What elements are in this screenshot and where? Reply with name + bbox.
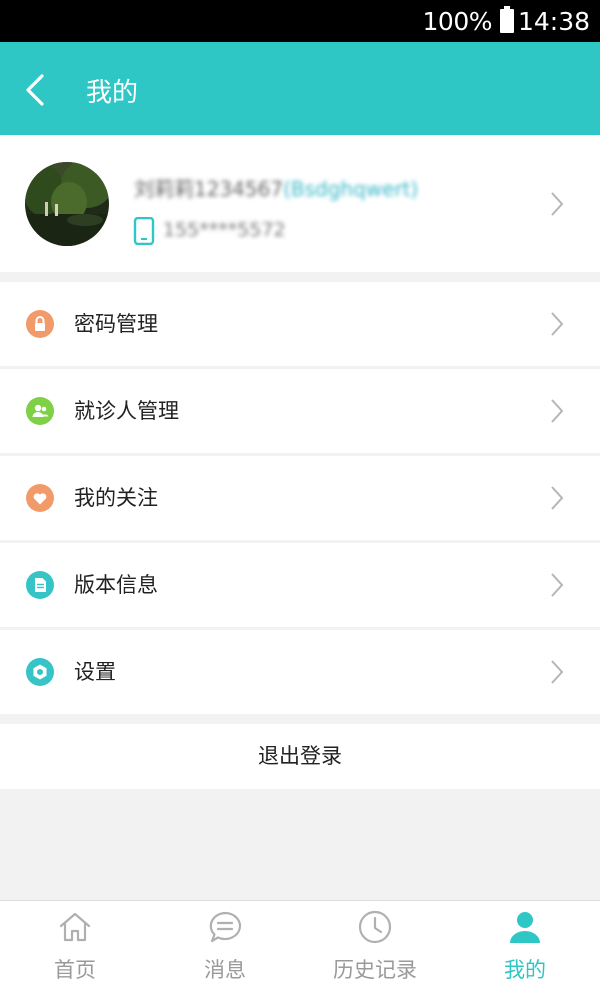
back-arrow-icon xyxy=(26,74,44,106)
tab-home[interactable]: 首页 xyxy=(0,901,150,987)
bottom-tab-bar: 首页 消息 历史记录 我的 xyxy=(0,900,600,987)
tab-history[interactable]: 历史记录 xyxy=(300,901,450,987)
battery-icon xyxy=(500,6,514,33)
username-tag: (Bsdghqwert) xyxy=(283,177,419,201)
menu-item-label: 就诊人管理 xyxy=(74,399,179,423)
page-title: 我的 xyxy=(86,78,139,108)
avatar xyxy=(25,162,109,246)
menu-item-patients[interactable]: 就诊人管理 xyxy=(0,369,600,453)
back-button[interactable] xyxy=(20,70,60,110)
menu-item-following[interactable]: 我的关注 xyxy=(0,456,600,540)
heart-icon xyxy=(26,484,54,512)
user-icon xyxy=(510,912,540,943)
tab-label: 历史记录 xyxy=(333,958,417,982)
chevron-right-icon xyxy=(551,192,564,216)
menu-item-version[interactable]: 版本信息 xyxy=(0,543,600,627)
username-name: 刘莉莉1234567 xyxy=(134,177,284,201)
avatar-photo xyxy=(25,162,109,246)
profile-card[interactable]: 刘莉莉1234567(Bsdghqwert) 155****5572 xyxy=(0,135,600,272)
home-icon xyxy=(59,912,91,942)
chevron-right-icon xyxy=(551,399,564,423)
phone-number: 155****5572 xyxy=(163,219,286,241)
status-bar: 100% 14:38 xyxy=(0,0,600,42)
header-bar: 我的 xyxy=(0,42,600,135)
menu-item-label: 版本信息 xyxy=(74,573,158,597)
settings-icon xyxy=(26,658,54,686)
patients-icon xyxy=(26,397,54,425)
tab-profile[interactable]: 我的 xyxy=(450,901,600,987)
battery-percentage: 100% xyxy=(422,7,493,36)
logout-button[interactable]: 退出登录 xyxy=(0,724,600,789)
tab-label: 首页 xyxy=(54,958,96,982)
tab-label: 消息 xyxy=(204,958,246,982)
chevron-right-icon xyxy=(551,312,564,336)
menu-item-label: 密码管理 xyxy=(74,312,158,336)
menu-list: 密码管理 就诊人管理 我的关注 版本信息 设置 xyxy=(0,282,600,717)
menu-item-label: 设置 xyxy=(74,660,116,684)
chevron-right-icon xyxy=(551,486,564,510)
status-time: 14:38 xyxy=(517,7,590,36)
phone-icon xyxy=(133,217,155,245)
lock-icon xyxy=(26,310,54,338)
document-icon xyxy=(26,571,54,599)
chevron-right-icon xyxy=(551,660,564,684)
username: 刘莉莉1234567(Bsdghqwert) xyxy=(134,173,418,202)
menu-item-label: 我的关注 xyxy=(74,486,158,510)
chevron-right-icon xyxy=(551,573,564,597)
clock-icon xyxy=(358,910,392,944)
tab-label: 我的 xyxy=(504,958,546,982)
tab-messages[interactable]: 消息 xyxy=(150,901,300,987)
menu-item-password[interactable]: 密码管理 xyxy=(0,282,600,366)
menu-item-settings[interactable]: 设置 xyxy=(0,630,600,714)
message-icon xyxy=(209,911,242,943)
